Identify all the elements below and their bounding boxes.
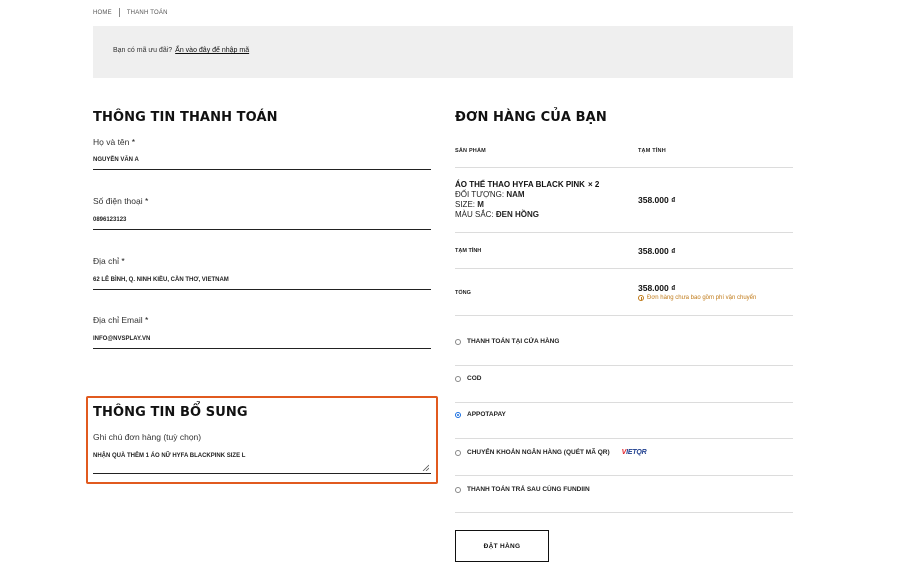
divider: [455, 475, 793, 476]
coupon-text: Bạn có mã ưu đãi?: [113, 47, 173, 54]
required-mark: *: [121, 256, 125, 266]
order-note-value: NHẬN QUÀ THÊM 1 ÁO NỮ HYFA BLACKPINK SIZ…: [93, 453, 246, 459]
coupon-notice: Bạn có mã ưu đãi? Ấn vào đây để nhập mã: [93, 26, 793, 78]
name-label-text: Họ và tên: [93, 137, 130, 147]
radio-store[interactable]: [455, 338, 461, 345]
product-quantity: × 2: [587, 180, 600, 189]
phone-label: Số điện thoại *: [93, 196, 148, 206]
payment-label: THANH TOÁN TRẢ SAU CÙNG FUNDIIN: [467, 486, 590, 493]
divider: [455, 232, 793, 233]
place-order-button[interactable]: ĐẶT HÀNG: [455, 530, 549, 562]
product-attr-size: SIZE: M: [455, 200, 484, 209]
total-value: 358.000 ₫: [638, 283, 676, 293]
required-mark: *: [145, 196, 149, 206]
phone-field[interactable]: 0896123123: [93, 217, 431, 230]
radio-bank-transfer[interactable]: [455, 449, 461, 456]
breadcrumb-home[interactable]: HOME: [93, 10, 112, 16]
address-label-text: Địa chỉ: [93, 256, 119, 266]
attr-key: MÀU SẮC:: [455, 210, 494, 219]
name-field[interactable]: NGUYỄN VĂN A: [93, 157, 431, 170]
breadcrumb: HOME THANH TOÁN: [93, 8, 168, 17]
shipping-note-text: Đơn hàng chưa bao gồm phí vận chuyển: [647, 295, 757, 301]
payment-option-fundiin[interactable]: THANH TOÁN TRẢ SAU CÙNG FUNDIIN: [455, 486, 590, 493]
required-mark: *: [131, 137, 136, 147]
divider: [455, 315, 793, 316]
payment-label: CHUYỂN KHOẢN NGÂN HÀNG (QUÉT MÃ QR): [467, 449, 610, 456]
subtotal-label: TẠM TÍNH: [455, 248, 482, 254]
address-label: Địa chỉ *: [93, 256, 125, 266]
column-product: SẢN PHẨM: [455, 148, 486, 154]
breadcrumb-current: THANH TOÁN: [126, 9, 168, 16]
vietqr-logo-rest: IETQR: [626, 449, 647, 456]
vietqr-logo: VIETQR: [622, 449, 647, 456]
attr-key: SIZE:: [455, 200, 476, 209]
divider: [455, 365, 793, 366]
radio-appotapay[interactable]: [455, 411, 461, 418]
email-label: Địa chỉ Email *: [93, 315, 148, 325]
radio-cod[interactable]: [455, 375, 461, 382]
resize-handle-icon[interactable]: [422, 464, 429, 471]
email-field[interactable]: INFO@NVSPLAY.VN: [93, 336, 431, 349]
divider: [455, 438, 793, 439]
payment-option-appotapay[interactable]: APPOTAPAY: [455, 411, 506, 418]
divider: [455, 512, 793, 513]
product-price: 358.000 ₫: [638, 195, 676, 205]
radio-fundiin[interactable]: [455, 486, 461, 493]
payment-label: THANH TOÁN TẠI CỬA HÀNG: [467, 338, 560, 345]
attr-value: ĐEN HỒNG: [495, 210, 540, 219]
additional-info-title: THÔNG TIN BỔ SUNG: [93, 405, 248, 420]
address-field[interactable]: 62 LÊ BÌNH, Q. NINH KIỀU, CẦN THƠ, VIETN…: [93, 277, 431, 290]
product-name-text: ÁO THỂ THAO HYFA BLACK PINK: [455, 180, 585, 189]
coupon-link[interactable]: Ấn vào đây để nhập mã: [175, 47, 249, 54]
order-title: ĐƠN HÀNG CỦA BẠN: [455, 110, 607, 125]
coupon-message: Bạn có mã ưu đãi? Ấn vào đây để nhập mã: [113, 47, 249, 54]
divider: [455, 268, 793, 269]
divider: [455, 167, 793, 168]
email-label-text: Địa chỉ Email: [93, 315, 143, 325]
attr-value: M: [477, 200, 484, 209]
column-subtotal: TẠM TÍNH: [638, 148, 666, 154]
breadcrumb-separator: [118, 8, 120, 17]
payment-label: APPOTAPAY: [467, 411, 506, 418]
payment-option-cod[interactable]: COD: [455, 375, 481, 382]
divider: [455, 402, 793, 403]
shipping-note: Đơn hàng chưa bao gồm phí vận chuyển: [638, 295, 756, 301]
name-label: Họ và tên *: [93, 137, 135, 147]
payment-label: COD: [467, 375, 482, 382]
payment-option-store[interactable]: THANH TOÁN TẠI CỬA HÀNG: [455, 338, 559, 345]
total-label: TỔNG: [455, 290, 471, 296]
attr-key: ĐỐI TƯỢNG:: [455, 190, 505, 199]
phone-label-text: Số điện thoại: [93, 196, 143, 206]
order-note-textarea[interactable]: NHẬN QUÀ THÊM 1 ÁO NỮ HYFA BLACKPINK SIZ…: [93, 453, 431, 474]
billing-title: THÔNG TIN THANH TOÁN: [93, 110, 278, 125]
product-name: ÁO THỂ THAO HYFA BLACK PINK × 2: [455, 180, 599, 189]
payment-option-bank-transfer[interactable]: CHUYỂN KHOẢN NGÂN HÀNG (QUÉT MÃ QR) VIETQ…: [455, 449, 647, 456]
info-icon: [638, 295, 644, 301]
attr-value: NAM: [506, 190, 525, 199]
order-note-label: Ghi chú đơn hàng (tuỳ chọn): [93, 432, 202, 442]
required-mark: *: [144, 315, 149, 325]
product-attr-target: ĐỐI TƯỢNG: NAM: [455, 190, 525, 199]
subtotal-value: 358.000 ₫: [638, 246, 676, 256]
product-attr-color: MÀU SẮC: ĐEN HỒNG: [455, 210, 539, 219]
